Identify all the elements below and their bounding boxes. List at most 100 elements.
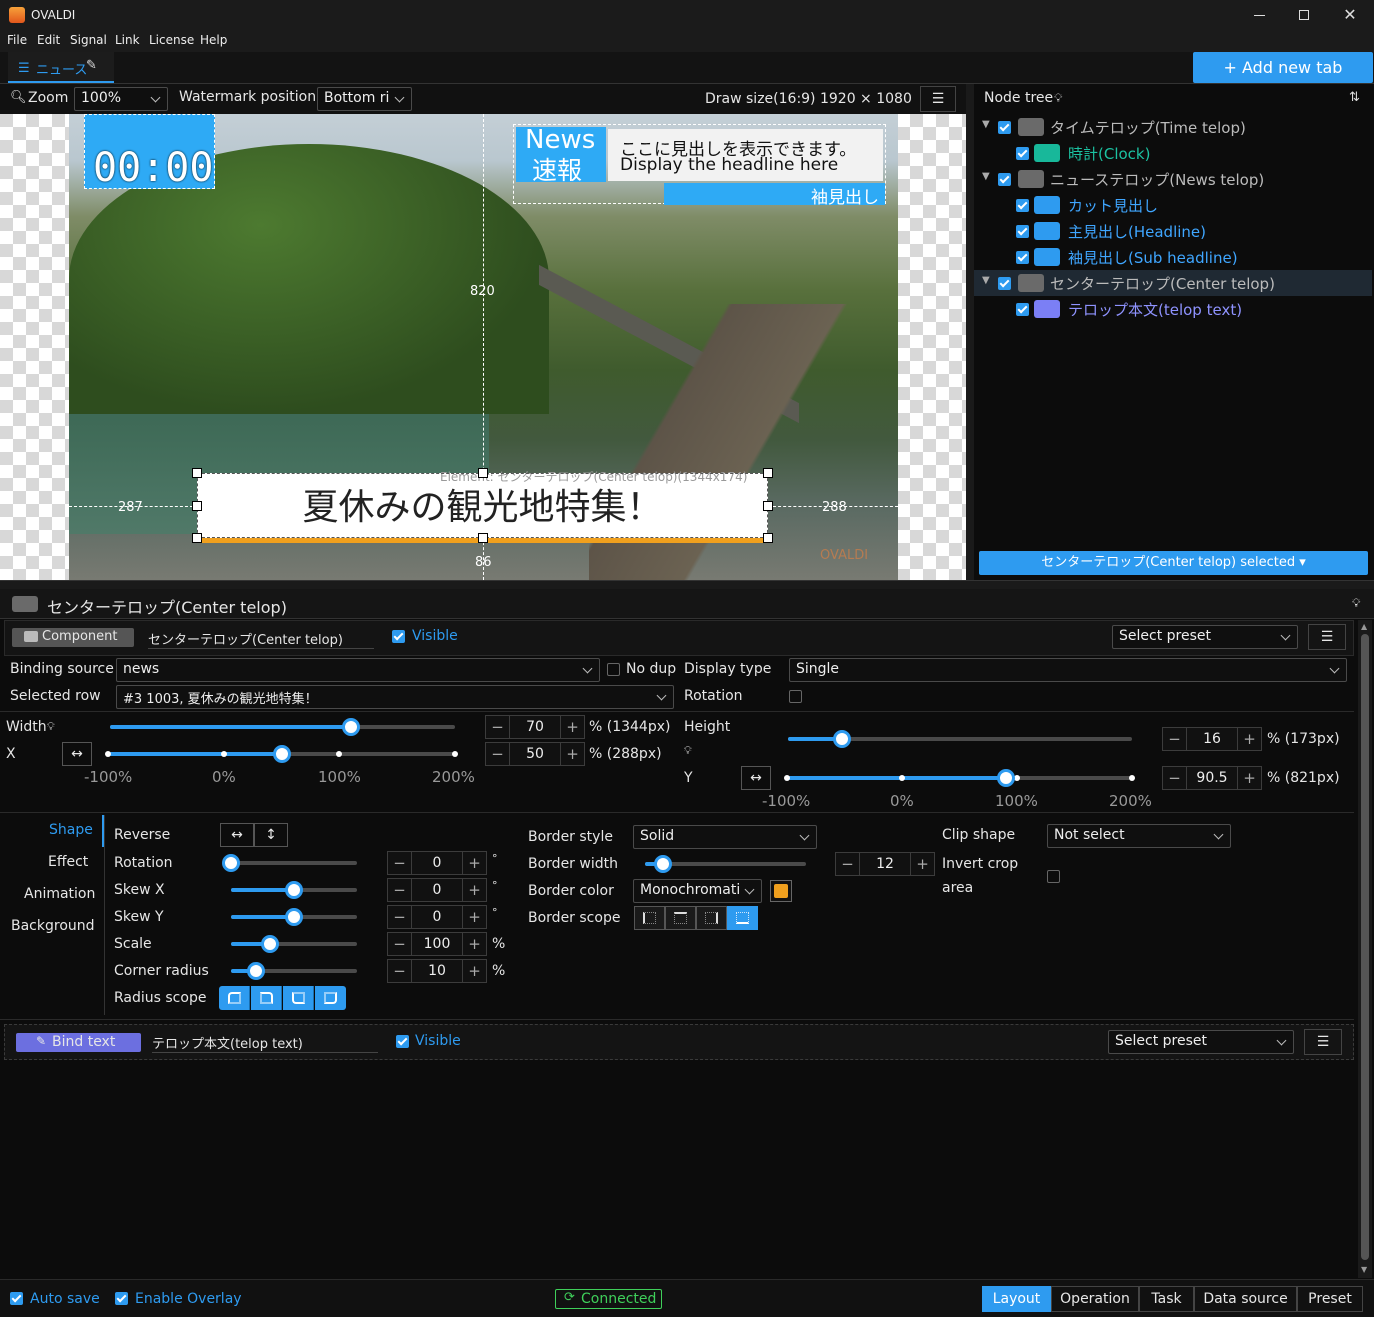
- visibility-checkbox[interactable]: [1016, 199, 1029, 212]
- y-stepper[interactable]: −90.5 +: [1162, 766, 1262, 790]
- x-stepper[interactable]: −50 +: [485, 742, 585, 766]
- visibility-checkbox[interactable]: [1016, 251, 1029, 264]
- resize-handle[interactable]: [763, 501, 773, 511]
- tree-item-telop-text[interactable]: テロップ本文(telop text): [974, 296, 1374, 322]
- side-tab-animation[interactable]: Animation: [24, 886, 95, 902]
- increment-button[interactable]: +: [560, 716, 584, 738]
- rotation-slider-knob[interactable]: [222, 854, 240, 872]
- x-value[interactable]: 50: [510, 743, 560, 765]
- tree-item-headline[interactable]: 主見出し(Headline): [974, 218, 1374, 244]
- tree-item-news-telop[interactable]: ▼ ニューステロップ(News telop): [974, 166, 1374, 192]
- news-telop[interactable]: News 速報 ここに見出しを表示できます。 Display the headl…: [513, 124, 886, 208]
- side-tab-background[interactable]: Background: [11, 918, 95, 934]
- border-style-select[interactable]: Solid: [633, 825, 817, 849]
- preview-menu-button[interactable]: ☰: [920, 86, 956, 112]
- bind-text-tab[interactable]: ✎ Bind text: [16, 1033, 141, 1052]
- scroll-up-icon[interactable]: ▲: [1361, 622, 1367, 631]
- y-value[interactable]: 90.5: [1187, 767, 1237, 789]
- select-preset[interactable]: Select preset: [1112, 625, 1298, 649]
- visibility-checkbox[interactable]: [1016, 303, 1029, 316]
- increment-button[interactable]: +: [462, 933, 486, 955]
- increment-button[interactable]: +: [1237, 728, 1261, 750]
- sort-icon[interactable]: ⇅: [1349, 90, 1360, 105]
- side-tab-shape[interactable]: Shape: [49, 822, 93, 838]
- skew-x-stepper[interactable]: −0 +: [387, 878, 487, 902]
- height-stepper[interactable]: −16 +: [1162, 727, 1262, 751]
- border-width-slider-knob[interactable]: [654, 855, 672, 873]
- zoom-select[interactable]: 100%: [74, 87, 168, 111]
- scale-value[interactable]: 100: [412, 933, 462, 955]
- resize-handle[interactable]: [478, 468, 488, 478]
- border-width-stepper[interactable]: −12 +: [835, 852, 935, 876]
- visibility-checkbox[interactable]: [998, 173, 1011, 186]
- tab-news[interactable]: ☰ ニュース ✎: [8, 52, 114, 83]
- resize-handle[interactable]: [192, 468, 202, 478]
- expand-arrow-icon[interactable]: ▼: [982, 171, 990, 182]
- time-telop[interactable]: 00:00: [84, 114, 215, 191]
- resize-handle[interactable]: [192, 501, 202, 511]
- vertical-splitter[interactable]: [966, 84, 974, 580]
- border-color-swatch[interactable]: [770, 880, 792, 902]
- visible-checkbox[interactable]: [392, 630, 405, 643]
- mode-tab-data-source[interactable]: Data source: [1194, 1286, 1297, 1312]
- increment-button[interactable]: +: [1237, 767, 1261, 789]
- border-scope-left[interactable]: [634, 906, 665, 930]
- visibility-checkbox[interactable]: [1016, 147, 1029, 160]
- no-dup-checkbox[interactable]: [607, 663, 620, 676]
- binding-source-select[interactable]: news: [116, 658, 600, 682]
- bind-text-menu-button[interactable]: ☰: [1304, 1029, 1342, 1055]
- radius-scope-top-left[interactable]: [219, 986, 250, 1010]
- mode-tab-layout[interactable]: Layout: [982, 1286, 1051, 1312]
- bind-text-name-field[interactable]: テロップ本文(telop text): [152, 1033, 378, 1053]
- visibility-checkbox[interactable]: [1016, 225, 1029, 238]
- increment-button[interactable]: +: [462, 960, 486, 982]
- rotation-stepper[interactable]: −0 +: [387, 851, 487, 875]
- decrement-button[interactable]: −: [1163, 767, 1187, 789]
- tree-item-clock[interactable]: 時計(Clock): [974, 140, 1374, 166]
- border-scope-right[interactable]: [696, 906, 727, 930]
- increment-button[interactable]: +: [462, 879, 486, 901]
- border-scope-bottom[interactable]: [727, 906, 758, 930]
- mode-tab-task[interactable]: Task: [1139, 1286, 1194, 1312]
- border-color-mode-select[interactable]: Monochromati: [633, 879, 762, 903]
- decrement-button[interactable]: −: [486, 743, 510, 765]
- component-name-field[interactable]: センターテロップ(Center telop): [148, 629, 374, 649]
- selected-row-select[interactable]: #3 1003, 夏休みの観光地特集！: [116, 685, 674, 709]
- tree-item-time-telop[interactable]: ▼ タイムテロップ(Time telop): [974, 114, 1374, 140]
- skew-y-value[interactable]: 0: [412, 906, 462, 928]
- increment-button[interactable]: +: [910, 853, 934, 875]
- skew-y-stepper[interactable]: −0 +: [387, 905, 487, 929]
- scroll-down-icon[interactable]: ▼: [1361, 1265, 1367, 1274]
- menu-file[interactable]: File: [7, 33, 27, 47]
- scale-slider[interactable]: [231, 935, 357, 953]
- watermark-select[interactable]: Bottom ri: [317, 87, 412, 111]
- rotation-value[interactable]: 0: [412, 852, 462, 874]
- x-slider-knob[interactable]: [273, 745, 291, 763]
- decrement-button[interactable]: −: [388, 879, 412, 901]
- expand-arrow-icon[interactable]: ▼: [982, 275, 990, 286]
- component-menu-button[interactable]: ☰: [1308, 624, 1346, 650]
- maximize-button[interactable]: [1282, 0, 1326, 30]
- menu-help[interactable]: Help: [200, 33, 227, 47]
- minimize-button[interactable]: [1238, 0, 1282, 30]
- skew-x-value[interactable]: 0: [412, 879, 462, 901]
- resize-handle[interactable]: [763, 533, 773, 543]
- corner-radius-slider-knob[interactable]: [247, 962, 265, 980]
- x-slider[interactable]: [105, 745, 458, 763]
- width-stepper[interactable]: −70 +: [485, 715, 585, 739]
- corner-radius-value[interactable]: 10: [412, 960, 462, 982]
- decrement-button[interactable]: −: [388, 960, 412, 982]
- y-slider-knob[interactable]: [997, 769, 1015, 787]
- select-preset[interactable]: Select preset: [1108, 1030, 1294, 1054]
- preview-canvas[interactable]: 00:00 News 速報 ここに見出しを表示できます。 Display the…: [0, 114, 966, 580]
- menu-license[interactable]: License: [149, 33, 194, 47]
- increment-button[interactable]: +: [560, 743, 584, 765]
- close-window-button[interactable]: ✕: [1328, 0, 1372, 30]
- component-tab[interactable]: Component: [12, 628, 134, 647]
- side-tab-effect[interactable]: Effect: [48, 854, 88, 870]
- selected-node-button[interactable]: センターテロップ(Center telop) selected ▾: [979, 551, 1368, 575]
- menu-link[interactable]: Link: [115, 33, 140, 47]
- auto-save-checkbox[interactable]: [10, 1292, 23, 1305]
- tree-item-sub-headline[interactable]: 袖見出し(Sub headline): [974, 244, 1374, 270]
- height-slider[interactable]: [788, 730, 1132, 748]
